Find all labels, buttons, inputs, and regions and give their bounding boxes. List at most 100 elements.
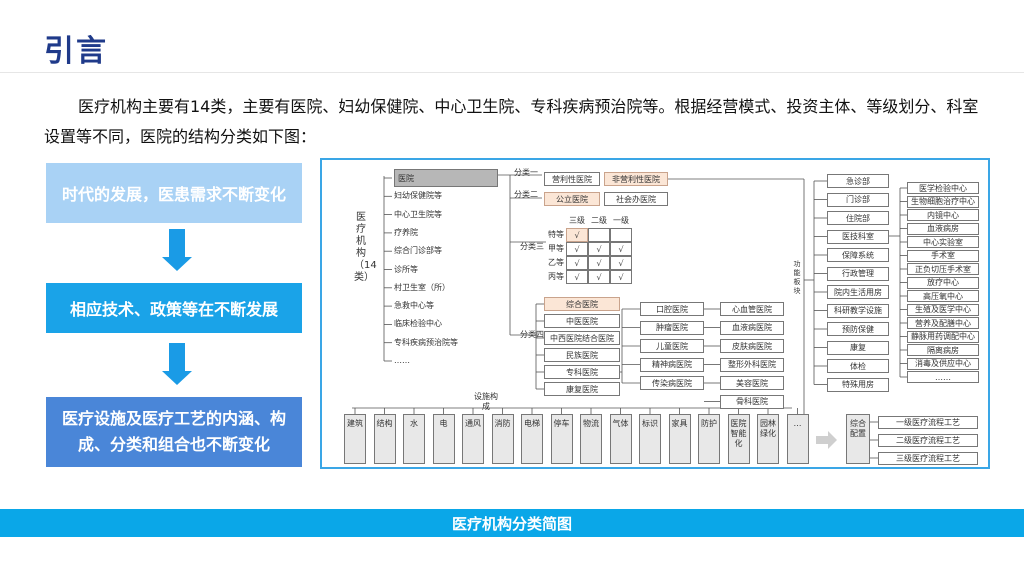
specialty-box: 传染病医院 [640, 376, 704, 390]
flow-step-2: 相应技术、政策等在不断发展 [46, 283, 302, 333]
tech-unit-box: 生物细胞治疗中心 [907, 195, 979, 208]
tech-unit-box: 高压氧中心 [907, 290, 979, 302]
tech-unit-box: 静脉用药调配中心 [907, 330, 979, 343]
grade-cell: √ [566, 228, 588, 242]
tech-unit-box: 内镜中心 [907, 209, 979, 221]
tech-unit-box: 手术室 [907, 249, 979, 262]
category-item: 妇幼保健院等 [394, 191, 442, 201]
category-item: 中心卫生院等 [394, 209, 442, 219]
facility-box: … [786, 414, 809, 464]
flow-step-1: 时代的发展，医患需求不断变化 [46, 163, 302, 223]
non-profit-box: 非营利性医院 [604, 172, 668, 186]
tech-unit-box: 放疗中心 [907, 276, 979, 289]
facility-box: 防护 [698, 414, 720, 464]
grade-cell: √ [566, 256, 588, 270]
facility-box: 医院智能化 [727, 414, 750, 464]
specialty-box: 血液病医院 [720, 320, 784, 335]
grade-cell: √ [610, 242, 632, 256]
hospital-type-box: 综合医院 [544, 297, 620, 311]
specialty-box: 美容医院 [720, 376, 784, 390]
facility-box: 水 [403, 414, 425, 464]
facility-box: 结构 [373, 414, 396, 464]
facility-box: 标识 [639, 414, 661, 464]
facility-box: 电 [432, 414, 455, 464]
facility-box: 消防 [491, 414, 514, 464]
specialty-box: 儿童医院 [640, 339, 704, 353]
diagram-root-label: 医疗机构（14类） [354, 212, 377, 283]
for-profit-box: 营利性医院 [544, 172, 600, 186]
flow-step-3: 医疗设施及医疗工艺的内涵、构成、分类和组合也不断变化 [46, 397, 302, 467]
grade-cell: √ [610, 256, 632, 270]
specialty-box: 口腔医院 [640, 302, 704, 316]
process-level-box: 二级医疗流程工艺 [878, 434, 978, 447]
department-box: 急诊部 [827, 174, 889, 188]
category-item: 诊所等 [394, 264, 418, 274]
specialty-box: 皮肤病医院 [720, 339, 784, 353]
social-hospital-box: 社会办医院 [604, 192, 668, 206]
facility-box: 气体 [609, 414, 632, 464]
department-box: 科研教学设施 [827, 303, 889, 318]
hospital-type-box: 中医医院 [544, 314, 620, 328]
category-item: 急救中心等 [394, 301, 434, 311]
specialty-box: 整形外科医院 [720, 357, 784, 372]
grade-cell: √ [610, 270, 632, 284]
class-label-1: 分类一 [514, 168, 538, 177]
specialty-box: 肿瘤医院 [640, 320, 704, 335]
grade-header: 一级 [613, 216, 629, 225]
facility-box: 电梯 [521, 414, 543, 464]
tech-unit-box: 生殖及医学中心 [907, 303, 979, 316]
specialty-box: 精神病医院 [640, 357, 704, 372]
hospital-type-box: 康复医院 [544, 382, 620, 396]
specialty-box: 心血管医院 [720, 302, 784, 316]
specialty-box: 骨科医院 [720, 394, 784, 409]
title-divider [0, 72, 1024, 73]
department-box: 保障系统 [827, 248, 889, 262]
tech-unit-box: …… [907, 371, 979, 383]
department-box: 住院部 [827, 211, 889, 225]
process-level-box: 三级医疗流程工艺 [878, 452, 978, 465]
category-item: 疗养院 [394, 227, 418, 237]
page-title: 引言 [44, 34, 108, 69]
category-item: …… [394, 356, 410, 365]
process-level-box: 一级医疗流程工艺 [878, 416, 978, 429]
grade-row-label: 丙等 [548, 272, 564, 281]
tech-unit-box: 消毒及供应中心 [907, 357, 979, 370]
facility-box: 家具 [668, 414, 691, 464]
tech-unit-box: 中心实验室 [907, 236, 979, 248]
classification-diagram: 医疗机构（14类） 医院 妇幼保健院等 中心卫生院等 疗养院 综合门诊部等 诊所等 村卫生室（… [320, 158, 990, 469]
tech-unit-box: 隔离病房 [907, 344, 979, 356]
facility-box: 物流 [580, 414, 602, 464]
department-box: 医技科室 [827, 229, 889, 244]
class-label-2: 分类二 [514, 190, 538, 199]
tech-unit-box: 正负切压手术室 [907, 263, 979, 275]
category-item: 村卫生室（所） [394, 282, 450, 292]
grade-header: 二级 [591, 216, 607, 225]
grade-row-label: 甲等 [548, 244, 564, 253]
category-item: 临床检验中心 [394, 319, 442, 329]
grade-cell: √ [588, 256, 610, 270]
grade-row-label: 乙等 [548, 258, 564, 267]
category-item: 医院 [394, 169, 498, 187]
department-box: 特殊用房 [827, 377, 889, 392]
diagram-caption: 医疗机构分类简图 [0, 509, 1024, 537]
department-box: 体检 [827, 359, 889, 373]
integrated-config-box: 综合配置 [846, 414, 870, 464]
hospital-type-box: 民族医院 [544, 348, 620, 362]
down-arrow-icon [162, 343, 192, 387]
grade-cell: √ [566, 242, 588, 256]
right-arrow-icon [816, 431, 837, 449]
facility-box: 园林绿化 [757, 414, 779, 464]
facility-box: 通风 [462, 414, 484, 464]
department-box: 院内生活用房 [827, 285, 889, 299]
intro-paragraph: 医疗机构主要有14类，主要有医院、妇幼保健院、中心卫生院、专科疾病预治院等。根据… [44, 97, 979, 146]
grade-row-label: 特等 [548, 230, 564, 239]
grade-cell: √ [588, 270, 610, 284]
tech-unit-box: 医学检验中心 [907, 182, 979, 194]
class-label-4: 分类四 [520, 330, 544, 339]
public-hospital-box: 公立医院 [544, 192, 600, 206]
department-box: 门诊部 [827, 192, 889, 207]
facility-box: 停车 [550, 414, 573, 464]
department-box: 预防保健 [827, 322, 889, 336]
tech-unit-box: 血液病房 [907, 222, 979, 235]
department-box: 康复 [827, 340, 889, 355]
